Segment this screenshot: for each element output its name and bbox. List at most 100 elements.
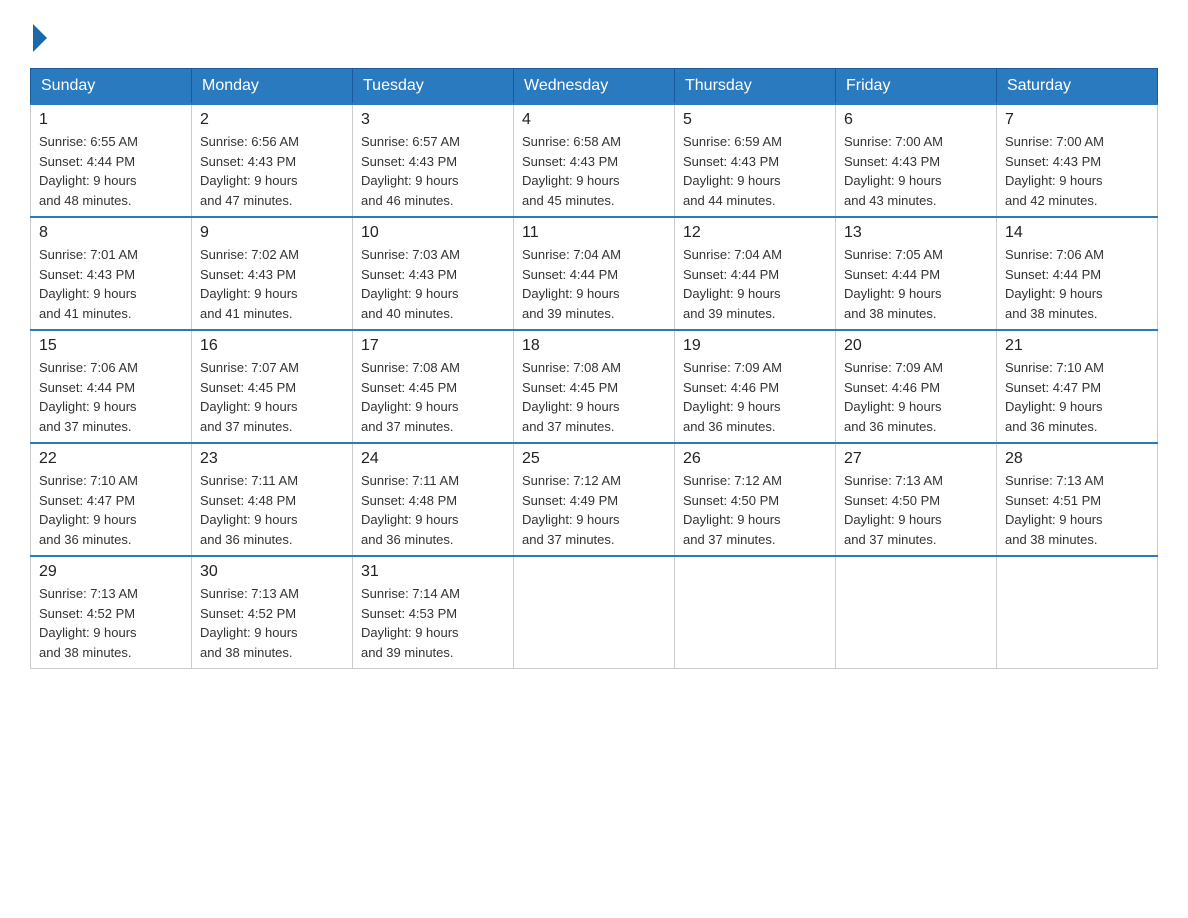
day-number: 17 bbox=[361, 337, 505, 355]
calendar-cell: 8 Sunrise: 7:01 AM Sunset: 4:43 PM Dayli… bbox=[31, 217, 192, 330]
day-number: 5 bbox=[683, 111, 827, 129]
day-info: Sunrise: 6:56 AM Sunset: 4:43 PM Dayligh… bbox=[200, 132, 344, 210]
calendar-cell: 27 Sunrise: 7:13 AM Sunset: 4:50 PM Dayl… bbox=[836, 443, 997, 556]
day-info: Sunrise: 7:11 AM Sunset: 4:48 PM Dayligh… bbox=[200, 471, 344, 549]
day-info: Sunrise: 7:00 AM Sunset: 4:43 PM Dayligh… bbox=[1005, 132, 1149, 210]
calendar-header-monday: Monday bbox=[192, 69, 353, 105]
calendar-week-row: 1 Sunrise: 6:55 AM Sunset: 4:44 PM Dayli… bbox=[31, 104, 1158, 217]
day-number: 29 bbox=[39, 563, 183, 581]
calendar-cell bbox=[675, 556, 836, 669]
day-info: Sunrise: 7:14 AM Sunset: 4:53 PM Dayligh… bbox=[361, 584, 505, 662]
calendar-cell: 6 Sunrise: 7:00 AM Sunset: 4:43 PM Dayli… bbox=[836, 104, 997, 217]
day-info: Sunrise: 7:12 AM Sunset: 4:49 PM Dayligh… bbox=[522, 471, 666, 549]
day-info: Sunrise: 7:08 AM Sunset: 4:45 PM Dayligh… bbox=[361, 358, 505, 436]
day-number: 31 bbox=[361, 563, 505, 581]
calendar-cell: 29 Sunrise: 7:13 AM Sunset: 4:52 PM Dayl… bbox=[31, 556, 192, 669]
calendar-cell: 5 Sunrise: 6:59 AM Sunset: 4:43 PM Dayli… bbox=[675, 104, 836, 217]
calendar-cell: 28 Sunrise: 7:13 AM Sunset: 4:51 PM Dayl… bbox=[997, 443, 1158, 556]
day-number: 28 bbox=[1005, 450, 1149, 468]
logo-arrow-icon bbox=[33, 24, 47, 52]
day-info: Sunrise: 7:04 AM Sunset: 4:44 PM Dayligh… bbox=[522, 245, 666, 323]
day-number: 10 bbox=[361, 224, 505, 242]
day-info: Sunrise: 7:06 AM Sunset: 4:44 PM Dayligh… bbox=[39, 358, 183, 436]
day-number: 19 bbox=[683, 337, 827, 355]
day-number: 24 bbox=[361, 450, 505, 468]
calendar-cell: 2 Sunrise: 6:56 AM Sunset: 4:43 PM Dayli… bbox=[192, 104, 353, 217]
day-info: Sunrise: 7:06 AM Sunset: 4:44 PM Dayligh… bbox=[1005, 245, 1149, 323]
day-info: Sunrise: 7:07 AM Sunset: 4:45 PM Dayligh… bbox=[200, 358, 344, 436]
day-number: 12 bbox=[683, 224, 827, 242]
day-info: Sunrise: 6:59 AM Sunset: 4:43 PM Dayligh… bbox=[683, 132, 827, 210]
day-number: 2 bbox=[200, 111, 344, 129]
day-info: Sunrise: 6:57 AM Sunset: 4:43 PM Dayligh… bbox=[361, 132, 505, 210]
day-info: Sunrise: 7:04 AM Sunset: 4:44 PM Dayligh… bbox=[683, 245, 827, 323]
day-number: 9 bbox=[200, 224, 344, 242]
calendar-cell: 19 Sunrise: 7:09 AM Sunset: 4:46 PM Dayl… bbox=[675, 330, 836, 443]
calendar-cell: 22 Sunrise: 7:10 AM Sunset: 4:47 PM Dayl… bbox=[31, 443, 192, 556]
calendar-header-row: SundayMondayTuesdayWednesdayThursdayFrid… bbox=[31, 69, 1158, 105]
calendar-header-tuesday: Tuesday bbox=[353, 69, 514, 105]
day-info: Sunrise: 7:13 AM Sunset: 4:51 PM Dayligh… bbox=[1005, 471, 1149, 549]
day-info: Sunrise: 7:09 AM Sunset: 4:46 PM Dayligh… bbox=[683, 358, 827, 436]
calendar-cell bbox=[997, 556, 1158, 669]
calendar-cell: 12 Sunrise: 7:04 AM Sunset: 4:44 PM Dayl… bbox=[675, 217, 836, 330]
calendar-cell: 13 Sunrise: 7:05 AM Sunset: 4:44 PM Dayl… bbox=[836, 217, 997, 330]
day-number: 1 bbox=[39, 111, 183, 129]
calendar-cell: 20 Sunrise: 7:09 AM Sunset: 4:46 PM Dayl… bbox=[836, 330, 997, 443]
calendar-header-thursday: Thursday bbox=[675, 69, 836, 105]
calendar-header-saturday: Saturday bbox=[997, 69, 1158, 105]
day-number: 23 bbox=[200, 450, 344, 468]
calendar-week-row: 22 Sunrise: 7:10 AM Sunset: 4:47 PM Dayl… bbox=[31, 443, 1158, 556]
day-info: Sunrise: 7:09 AM Sunset: 4:46 PM Dayligh… bbox=[844, 358, 988, 436]
day-number: 6 bbox=[844, 111, 988, 129]
calendar-cell: 9 Sunrise: 7:02 AM Sunset: 4:43 PM Dayli… bbox=[192, 217, 353, 330]
calendar-cell: 23 Sunrise: 7:11 AM Sunset: 4:48 PM Dayl… bbox=[192, 443, 353, 556]
day-number: 16 bbox=[200, 337, 344, 355]
logo bbox=[30, 20, 47, 48]
day-info: Sunrise: 7:02 AM Sunset: 4:43 PM Dayligh… bbox=[200, 245, 344, 323]
day-number: 8 bbox=[39, 224, 183, 242]
calendar-cell: 16 Sunrise: 7:07 AM Sunset: 4:45 PM Dayl… bbox=[192, 330, 353, 443]
day-number: 27 bbox=[844, 450, 988, 468]
calendar-cell: 14 Sunrise: 7:06 AM Sunset: 4:44 PM Dayl… bbox=[997, 217, 1158, 330]
day-number: 26 bbox=[683, 450, 827, 468]
calendar-week-row: 8 Sunrise: 7:01 AM Sunset: 4:43 PM Dayli… bbox=[31, 217, 1158, 330]
calendar-week-row: 29 Sunrise: 7:13 AM Sunset: 4:52 PM Dayl… bbox=[31, 556, 1158, 669]
day-number: 22 bbox=[39, 450, 183, 468]
day-number: 21 bbox=[1005, 337, 1149, 355]
day-number: 18 bbox=[522, 337, 666, 355]
calendar-header-friday: Friday bbox=[836, 69, 997, 105]
calendar-cell: 31 Sunrise: 7:14 AM Sunset: 4:53 PM Dayl… bbox=[353, 556, 514, 669]
day-number: 11 bbox=[522, 224, 666, 242]
day-info: Sunrise: 7:03 AM Sunset: 4:43 PM Dayligh… bbox=[361, 245, 505, 323]
day-info: Sunrise: 7:10 AM Sunset: 4:47 PM Dayligh… bbox=[1005, 358, 1149, 436]
calendar-cell: 4 Sunrise: 6:58 AM Sunset: 4:43 PM Dayli… bbox=[514, 104, 675, 217]
calendar-cell: 26 Sunrise: 7:12 AM Sunset: 4:50 PM Dayl… bbox=[675, 443, 836, 556]
calendar-header-wednesday: Wednesday bbox=[514, 69, 675, 105]
day-info: Sunrise: 7:08 AM Sunset: 4:45 PM Dayligh… bbox=[522, 358, 666, 436]
day-info: Sunrise: 7:05 AM Sunset: 4:44 PM Dayligh… bbox=[844, 245, 988, 323]
day-info: Sunrise: 7:13 AM Sunset: 4:52 PM Dayligh… bbox=[200, 584, 344, 662]
calendar-cell: 11 Sunrise: 7:04 AM Sunset: 4:44 PM Dayl… bbox=[514, 217, 675, 330]
day-info: Sunrise: 6:58 AM Sunset: 4:43 PM Dayligh… bbox=[522, 132, 666, 210]
calendar-cell bbox=[514, 556, 675, 669]
day-number: 7 bbox=[1005, 111, 1149, 129]
calendar-week-row: 15 Sunrise: 7:06 AM Sunset: 4:44 PM Dayl… bbox=[31, 330, 1158, 443]
day-number: 15 bbox=[39, 337, 183, 355]
calendar-cell: 1 Sunrise: 6:55 AM Sunset: 4:44 PM Dayli… bbox=[31, 104, 192, 217]
calendar-cell: 3 Sunrise: 6:57 AM Sunset: 4:43 PM Dayli… bbox=[353, 104, 514, 217]
calendar-cell: 10 Sunrise: 7:03 AM Sunset: 4:43 PM Dayl… bbox=[353, 217, 514, 330]
day-number: 3 bbox=[361, 111, 505, 129]
page-header bbox=[30, 20, 1158, 48]
day-number: 4 bbox=[522, 111, 666, 129]
day-info: Sunrise: 7:13 AM Sunset: 4:50 PM Dayligh… bbox=[844, 471, 988, 549]
calendar-cell: 25 Sunrise: 7:12 AM Sunset: 4:49 PM Dayl… bbox=[514, 443, 675, 556]
calendar-cell bbox=[836, 556, 997, 669]
day-info: Sunrise: 7:01 AM Sunset: 4:43 PM Dayligh… bbox=[39, 245, 183, 323]
day-number: 20 bbox=[844, 337, 988, 355]
day-number: 14 bbox=[1005, 224, 1149, 242]
calendar-cell: 18 Sunrise: 7:08 AM Sunset: 4:45 PM Dayl… bbox=[514, 330, 675, 443]
day-info: Sunrise: 7:00 AM Sunset: 4:43 PM Dayligh… bbox=[844, 132, 988, 210]
day-info: Sunrise: 7:11 AM Sunset: 4:48 PM Dayligh… bbox=[361, 471, 505, 549]
day-info: Sunrise: 7:12 AM Sunset: 4:50 PM Dayligh… bbox=[683, 471, 827, 549]
